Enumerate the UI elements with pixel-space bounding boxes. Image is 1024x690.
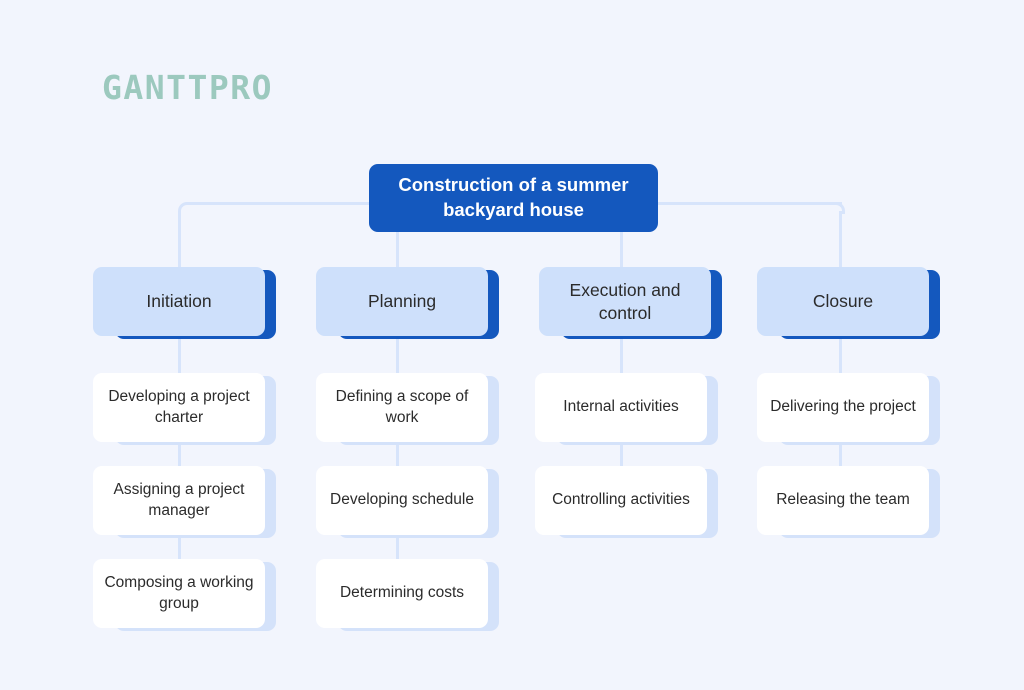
task-card-body[interactable]: Releasing the team (757, 466, 929, 535)
task-label: Developing a project charter (108, 388, 250, 426)
task-label: Developing schedule (330, 491, 474, 509)
task-label: Delivering the project (770, 398, 916, 416)
phase-label: Closure (812, 291, 874, 312)
phase-label: Planning (367, 291, 437, 312)
task-node[interactable]: Delivering the project (757, 373, 940, 445)
task-card-body[interactable]: Developing a project charter (93, 373, 265, 442)
root-node-label: Construction of a summer backyard house (398, 174, 629, 220)
phase-card-body[interactable]: Planning (316, 267, 488, 336)
task-label: Composing a working group (104, 574, 254, 612)
connector-drop-execution (620, 232, 623, 269)
task-node[interactable]: Composing a working group (93, 559, 276, 631)
task-card-body[interactable]: Internal activities (535, 373, 707, 442)
ganttpro-logo: GANTTPRO (102, 68, 273, 107)
phase-node-closure[interactable]: Closure (757, 267, 940, 339)
task-card-body[interactable]: Delivering the project (757, 373, 929, 442)
phase-label: Initiation (146, 291, 212, 312)
connector-drop-initiation (178, 211, 181, 269)
task-node[interactable]: Releasing the team (757, 466, 940, 538)
task-node[interactable]: Determining costs (316, 559, 499, 631)
task-node[interactable]: Defining a scope of work (316, 373, 499, 445)
phase-node-planning[interactable]: Planning (316, 267, 499, 339)
task-label: Defining a scope of work (335, 388, 469, 426)
task-node[interactable]: Developing schedule (316, 466, 499, 538)
task-label: Assigning a project manager (113, 481, 245, 519)
phase-card-body[interactable]: Initiation (93, 267, 265, 336)
task-node[interactable]: Assigning a project manager (93, 466, 276, 538)
phase-card-body[interactable]: Execution and control (539, 267, 711, 336)
task-node[interactable]: Internal activities (535, 373, 718, 445)
connector-root-stem (396, 232, 399, 269)
task-node[interactable]: Controlling activities (535, 466, 718, 538)
phase-card-body[interactable]: Closure (757, 267, 929, 336)
task-card-body[interactable]: Determining costs (316, 559, 488, 628)
task-label: Releasing the team (776, 491, 910, 509)
phase-label: Execution and control (569, 279, 681, 323)
task-card-body[interactable]: Defining a scope of work (316, 373, 488, 442)
task-label: Controlling activities (552, 491, 690, 509)
task-card-body[interactable]: Controlling activities (535, 466, 707, 535)
phase-node-initiation[interactable]: Initiation (93, 267, 276, 339)
task-card-body[interactable]: Developing schedule (316, 466, 488, 535)
phase-node-execution-and-control[interactable]: Execution and control (539, 267, 722, 339)
diagram-canvas: GANTTPRO Construction of a summer backya… (0, 0, 1024, 690)
connector-drop-closure (839, 211, 842, 269)
task-card-body[interactable]: Composing a working group (93, 559, 265, 628)
task-card-body[interactable]: Assigning a project manager (93, 466, 265, 535)
root-node[interactable]: Construction of a summer backyard house (369, 164, 658, 232)
task-node[interactable]: Developing a project charter (93, 373, 276, 445)
task-label: Internal activities (563, 398, 679, 416)
task-label: Determining costs (339, 584, 465, 602)
